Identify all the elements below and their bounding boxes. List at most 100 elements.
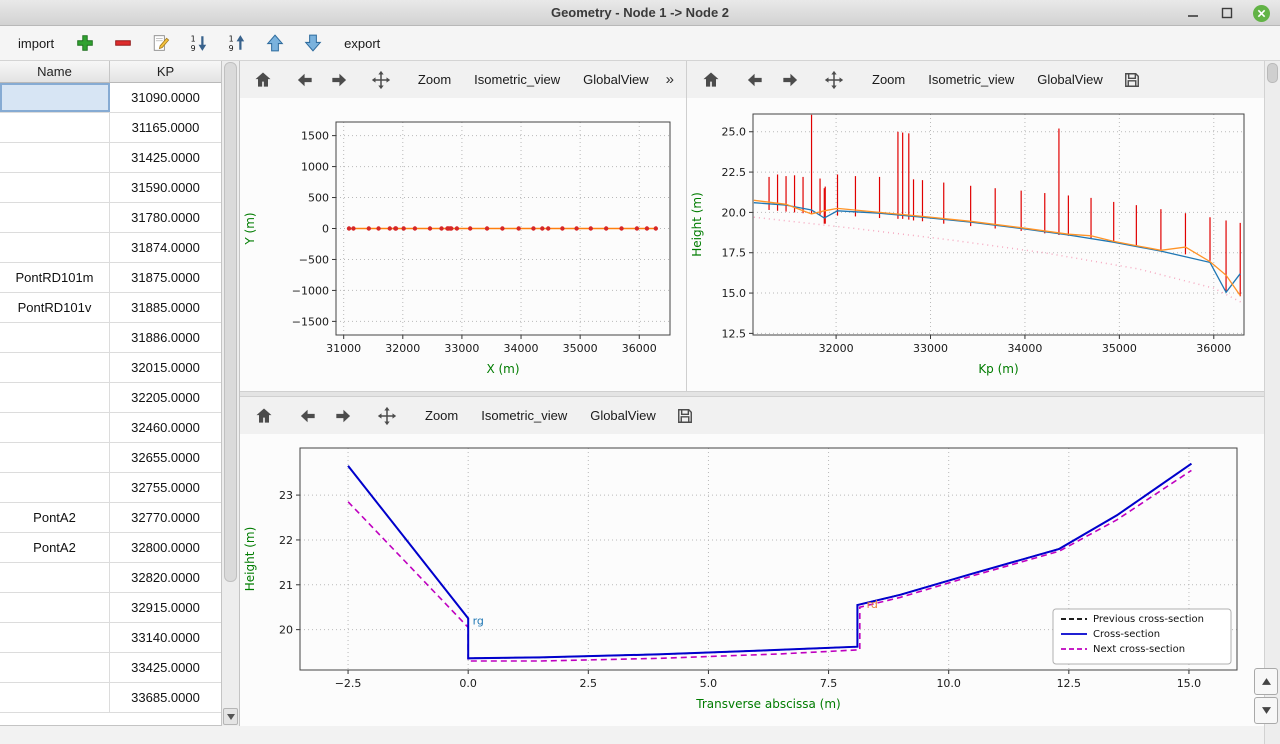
forward-button[interactable] (327, 401, 359, 431)
column-header-name[interactable]: Name (0, 61, 110, 82)
cell-name[interactable] (0, 563, 110, 592)
isometric-view-button[interactable]: Isometric_view (918, 67, 1024, 92)
pan-button[interactable] (818, 65, 850, 95)
restore-button[interactable] (1218, 4, 1236, 22)
profile-plot[interactable]: 320003300034000350003600012.515.017.520.… (687, 98, 1264, 391)
cell-kp[interactable]: 31885.0000 (110, 293, 221, 322)
cell-kp[interactable]: 33140.0000 (110, 623, 221, 652)
cell-name[interactable] (0, 623, 110, 652)
cell-name[interactable]: PontRD101m (0, 263, 110, 292)
zoom-button[interactable]: Zoom (415, 403, 468, 428)
cell-kp[interactable]: 32770.0000 (110, 503, 221, 532)
save-button[interactable] (669, 401, 701, 431)
pan-button[interactable] (366, 65, 396, 95)
cell-name[interactable] (0, 83, 110, 112)
pan-button[interactable] (371, 401, 403, 431)
cell-name[interactable] (0, 413, 110, 442)
table-scrollbar-thumb[interactable] (224, 62, 237, 582)
cell-kp[interactable]: 32820.0000 (110, 563, 221, 592)
add-row-button[interactable] (72, 30, 98, 56)
cell-name[interactable]: PontRD101v (0, 293, 110, 322)
main-scrollbar-thumb[interactable] (1267, 63, 1278, 83)
cell-name[interactable] (0, 173, 110, 202)
remove-row-button[interactable] (110, 30, 136, 56)
cell-name[interactable] (0, 683, 110, 712)
table-row[interactable]: PontA232800.0000 (0, 533, 221, 563)
table-row[interactable]: 31090.0000 (0, 83, 221, 113)
table-row[interactable]: 31165.0000 (0, 113, 221, 143)
cell-kp[interactable]: 31425.0000 (110, 143, 221, 172)
cell-kp[interactable]: 32015.0000 (110, 353, 221, 382)
table-row[interactable]: 32820.0000 (0, 563, 221, 593)
table-row[interactable]: 33685.0000 (0, 683, 221, 713)
cell-kp[interactable]: 32655.0000 (110, 443, 221, 472)
cell-kp[interactable]: 32460.0000 (110, 413, 221, 442)
forward-button[interactable] (774, 65, 806, 95)
cell-kp[interactable]: 32915.0000 (110, 593, 221, 622)
cell-kp[interactable]: 31780.0000 (110, 203, 221, 232)
table-row[interactable]: 31590.0000 (0, 173, 221, 203)
table-row[interactable]: 31874.0000 (0, 233, 221, 263)
table-row[interactable]: 32205.0000 (0, 383, 221, 413)
cell-kp[interactable]: 31886.0000 (110, 323, 221, 352)
global-view-button[interactable]: GlobalView (1027, 67, 1113, 92)
cell-name[interactable]: PontA2 (0, 503, 110, 532)
back-button[interactable] (292, 401, 324, 431)
toolbar-overflow-button[interactable]: » (662, 71, 678, 88)
scroll-up-button[interactable] (1254, 668, 1278, 695)
cell-name[interactable]: PontA2 (0, 533, 110, 562)
cell-name[interactable] (0, 443, 110, 472)
table-row[interactable]: 33425.0000 (0, 653, 221, 683)
home-button[interactable] (695, 65, 727, 95)
cell-kp[interactable]: 31090.0000 (110, 83, 221, 112)
cell-kp[interactable]: 31874.0000 (110, 233, 221, 262)
sort-descending-button[interactable]: 1 9 (186, 30, 212, 56)
move-up-button[interactable] (262, 30, 288, 56)
cell-name[interactable] (0, 203, 110, 232)
global-view-button[interactable]: GlobalView (573, 67, 659, 92)
cell-name[interactable] (0, 593, 110, 622)
titlebar[interactable]: Geometry - Node 1 -> Node 2 (0, 0, 1280, 26)
cell-name[interactable] (0, 323, 110, 352)
table-scroll-down-button[interactable] (223, 708, 238, 725)
cell-kp[interactable]: 31875.0000 (110, 263, 221, 292)
column-header-kp[interactable]: KP (110, 61, 221, 82)
table-row[interactable]: 32915.0000 (0, 593, 221, 623)
table-row[interactable]: 31780.0000 (0, 203, 221, 233)
isometric-view-button[interactable]: Isometric_view (471, 403, 577, 428)
import-button[interactable]: import (12, 32, 60, 55)
cell-kp[interactable]: 32205.0000 (110, 383, 221, 412)
scroll-down-button[interactable] (1254, 697, 1278, 724)
save-button[interactable] (1116, 65, 1148, 95)
cell-name[interactable] (0, 383, 110, 412)
home-button[interactable] (248, 401, 280, 431)
table-row[interactable]: PontA232770.0000 (0, 503, 221, 533)
table-row[interactable]: 33140.0000 (0, 623, 221, 653)
close-button[interactable] (1252, 4, 1270, 22)
zoom-button[interactable]: Zoom (862, 67, 915, 92)
cell-kp[interactable]: 33425.0000 (110, 653, 221, 682)
cell-name[interactable] (0, 653, 110, 682)
table-row[interactable]: 32755.0000 (0, 473, 221, 503)
cell-kp[interactable]: 31165.0000 (110, 113, 221, 142)
cell-name[interactable] (0, 233, 110, 262)
main-scrollbar[interactable] (1264, 61, 1280, 744)
minimize-button[interactable] (1184, 4, 1202, 22)
forward-button[interactable] (324, 65, 354, 95)
move-down-button[interactable] (300, 30, 326, 56)
cell-name[interactable] (0, 353, 110, 382)
cell-name[interactable] (0, 143, 110, 172)
home-button[interactable] (248, 65, 278, 95)
cell-name[interactable] (0, 113, 110, 142)
back-button[interactable] (290, 65, 320, 95)
cell-kp[interactable]: 31590.0000 (110, 173, 221, 202)
table-row[interactable]: 32655.0000 (0, 443, 221, 473)
table-row[interactable]: PontRD101v31885.0000 (0, 293, 221, 323)
plan-view-plot[interactable]: 3100032000330003400035000360001500100050… (240, 98, 686, 391)
sort-ascending-button[interactable]: 1 9 (224, 30, 250, 56)
cell-name[interactable] (0, 473, 110, 502)
global-view-button[interactable]: GlobalView (580, 403, 666, 428)
cell-kp[interactable]: 32755.0000 (110, 473, 221, 502)
table-scrollbar[interactable] (222, 61, 240, 726)
table-row[interactable]: 31425.0000 (0, 143, 221, 173)
